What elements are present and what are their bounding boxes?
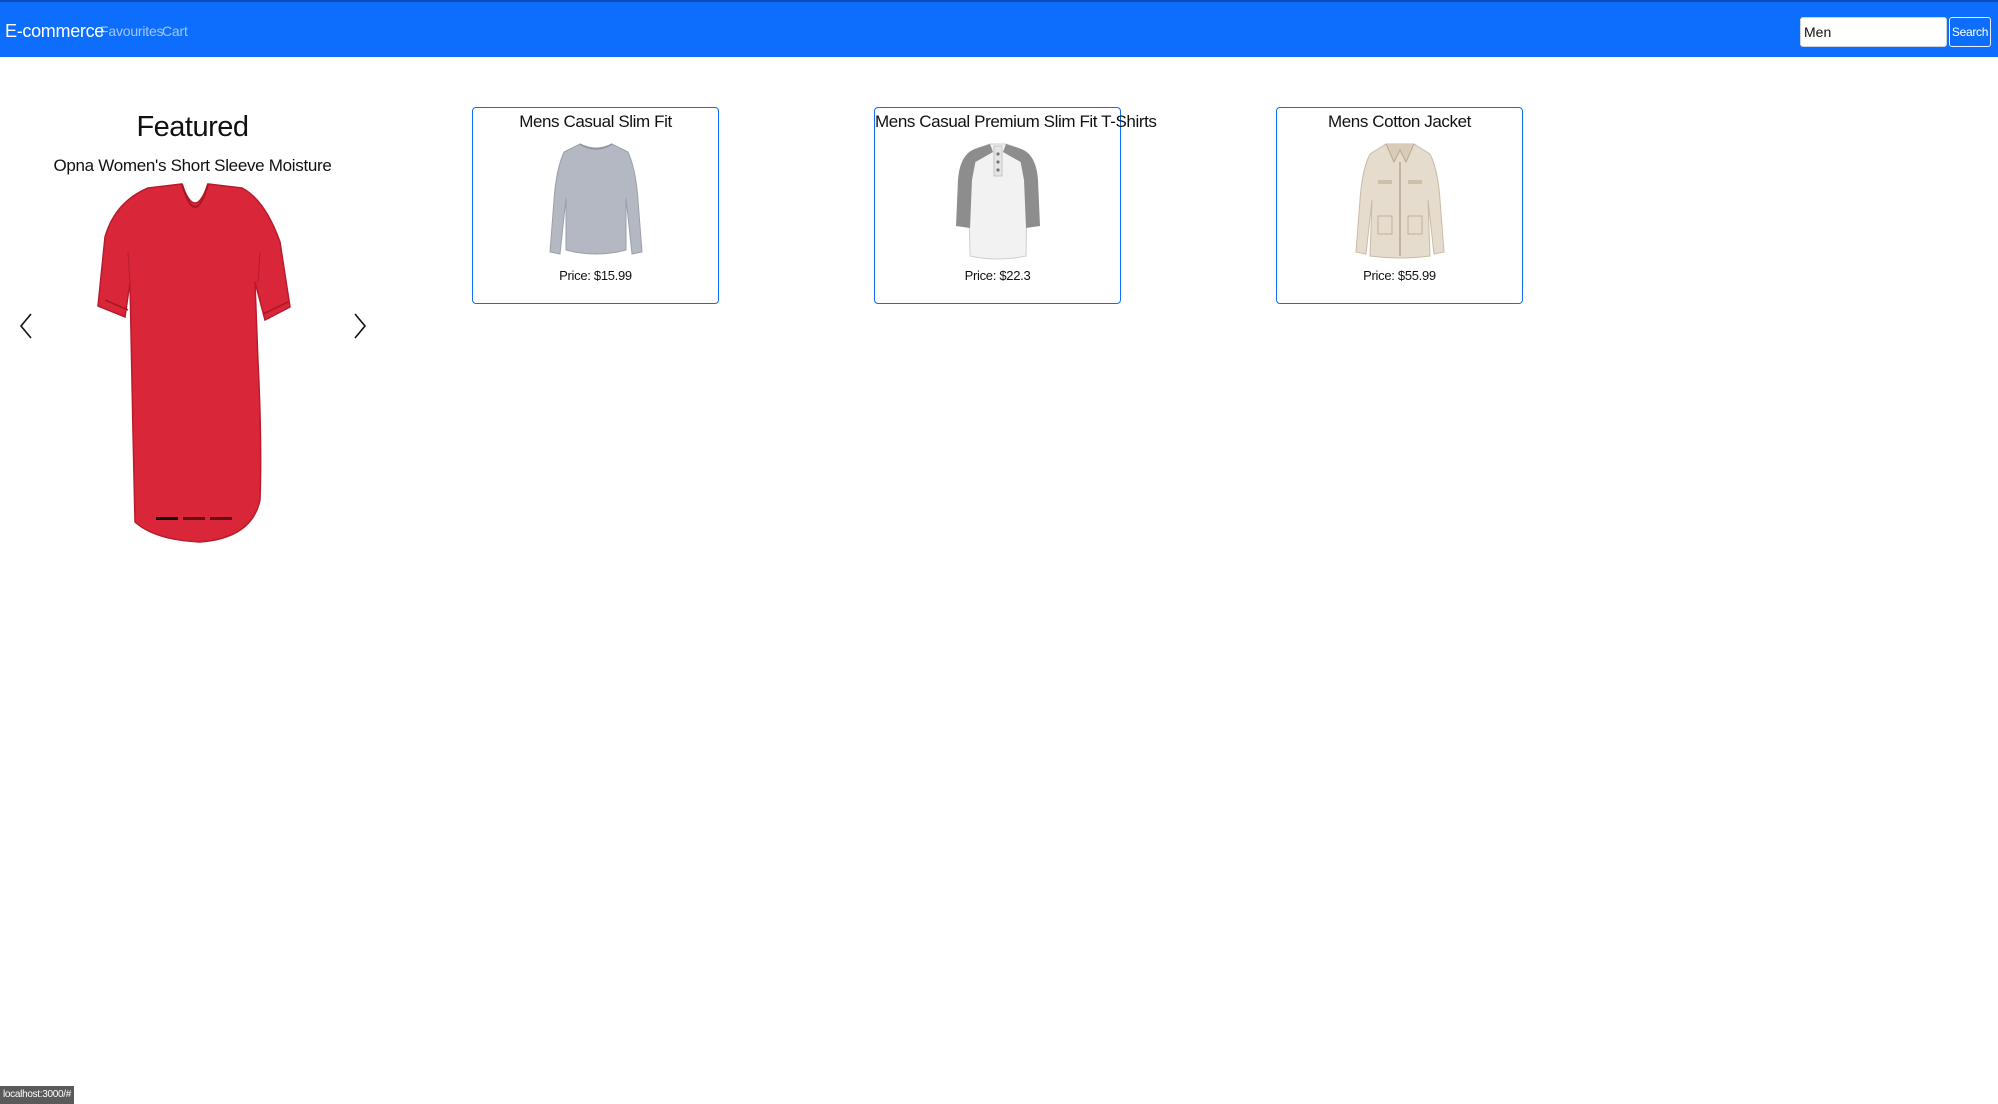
product-name: Mens Cotton Jacket: [1327, 112, 1472, 131]
product-price: Price: $55.99: [1363, 268, 1436, 283]
carousel-indicators: [156, 517, 232, 520]
carousel-indicator[interactable]: [210, 517, 232, 520]
product-price: Price: $15.99: [559, 268, 632, 283]
search-input[interactable]: [1800, 17, 1947, 47]
featured-item-name: Opna Women's Short Sleeve Moisture: [53, 156, 332, 175]
brand-link[interactable]: E-commerce: [5, 21, 104, 42]
nav-link-favourites[interactable]: Favourites: [100, 23, 164, 39]
carousel-next-button[interactable]: [344, 308, 374, 344]
product-name: Mens Casual Premium Slim Fit T-Shirts: [875, 112, 1157, 131]
chevron-right-icon: [354, 313, 367, 339]
product-card[interactable]: Mens Casual Premium Slim Fit T-Shirts Pr…: [874, 107, 1157, 304]
carousel-indicator[interactable]: [156, 517, 178, 520]
status-bar-url: localhost:3000/#: [0, 1086, 75, 1104]
carousel-indicator[interactable]: [183, 517, 205, 520]
product-name: Mens Casual Slim Fit: [519, 112, 672, 131]
carousel-prev-button[interactable]: [12, 308, 42, 344]
nav-link-cart[interactable]: Cart: [162, 23, 188, 39]
navbar: E-commerce Favourites Cart Search: [0, 0, 1998, 57]
search-button[interactable]: Search: [1949, 17, 1991, 47]
product-card[interactable]: Mens Cotton Jacket Price: $55.99: [1276, 107, 1523, 304]
featured-product-image: [97, 183, 291, 543]
chevron-left-icon: [19, 313, 32, 339]
raglan-tshirt-icon: [956, 143, 1040, 260]
featured-title: Featured: [136, 111, 249, 143]
product-price: Price: $22.3: [964, 268, 1031, 283]
long-sleeve-shirt-icon: [549, 143, 643, 255]
jacket-icon: [1355, 143, 1445, 259]
product-card[interactable]: Mens Casual Slim Fit Price: $15.99: [472, 107, 719, 304]
